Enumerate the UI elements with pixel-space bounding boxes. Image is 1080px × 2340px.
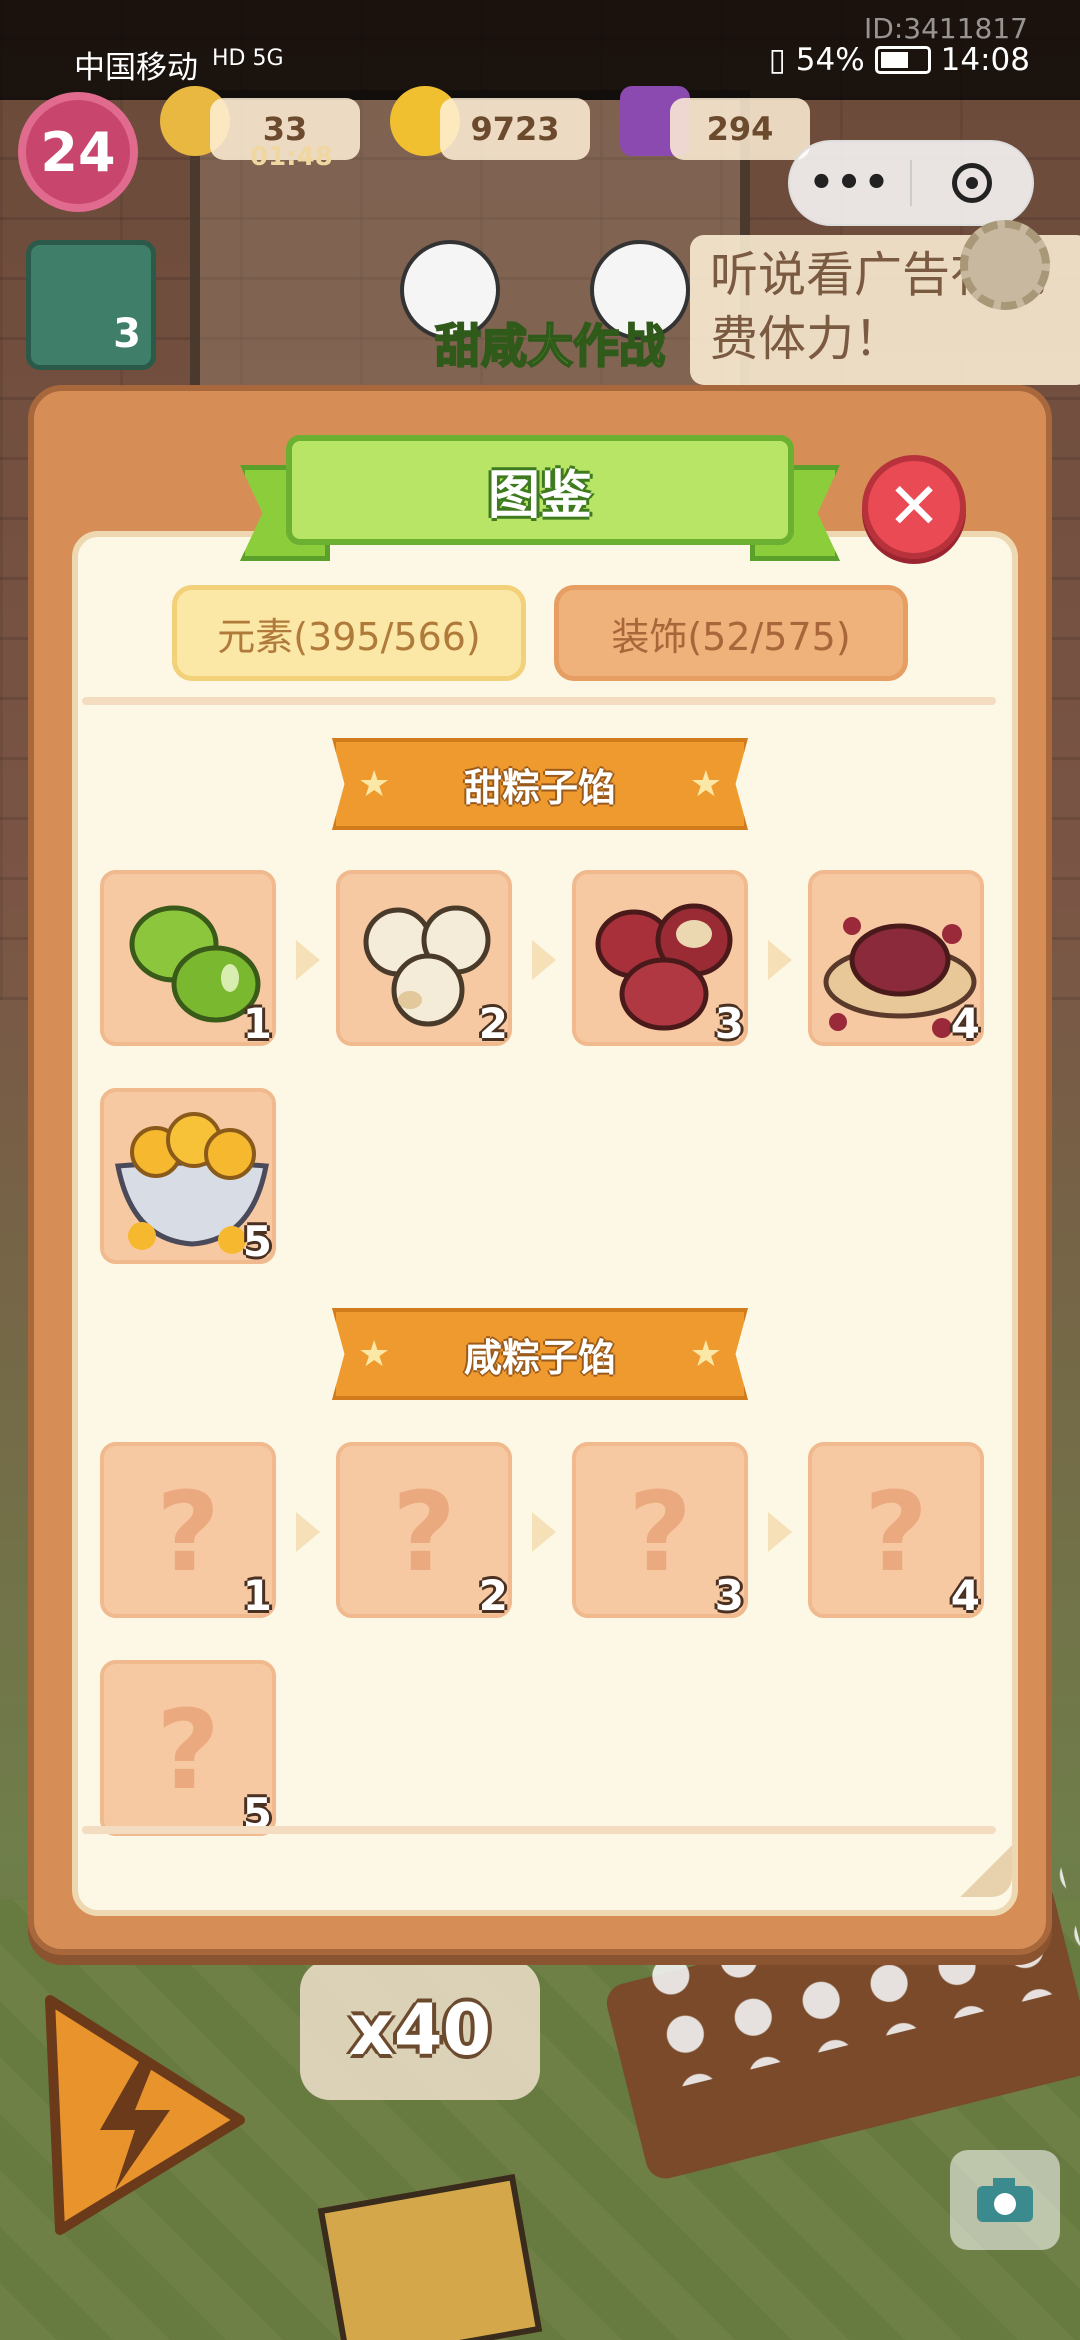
- collection-item-locked[interactable]: ? 4: [808, 1442, 984, 1620]
- section-title: 甜粽子馅: [463, 765, 616, 810]
- section-header-savory: ★ 咸粽子馅 ★: [332, 1308, 748, 1400]
- collection-item[interactable]: 3: [572, 870, 748, 1048]
- tabs-divider: [82, 697, 996, 705]
- item-level: 2: [478, 999, 508, 1048]
- close-icon: ✕: [887, 470, 941, 544]
- collection-item[interactable]: 2: [336, 870, 512, 1048]
- star-icon: ★: [358, 763, 391, 805]
- star-icon: ★: [689, 763, 722, 805]
- collection-item[interactable]: 5: [100, 1088, 276, 1266]
- collection-item[interactable]: 4: [808, 870, 984, 1048]
- item-level: 4: [950, 999, 980, 1048]
- collection-item-locked[interactable]: ? 1: [100, 1442, 276, 1620]
- star-icon: ★: [689, 1333, 722, 1375]
- tab-elements[interactable]: 元素(395/566): [172, 585, 526, 681]
- bottom-divider: [82, 1826, 996, 1834]
- page-curl: [960, 1845, 1012, 1897]
- item-level: 4: [950, 1571, 980, 1620]
- item-level: 5: [242, 1217, 272, 1266]
- item-level: 1: [242, 999, 272, 1048]
- section-title: 咸粽子馅: [463, 1335, 616, 1380]
- close-button[interactable]: ✕: [862, 455, 966, 559]
- collection-item-locked[interactable]: ? 5: [100, 1660, 276, 1838]
- item-level: 3: [714, 1571, 744, 1620]
- item-level: 1: [242, 1571, 272, 1620]
- star-icon: ★: [358, 1333, 391, 1375]
- item-level: 2: [478, 1571, 508, 1620]
- collection-item[interactable]: 1: [100, 870, 276, 1048]
- modal-title: 图鉴: [286, 435, 794, 545]
- collection-item-locked[interactable]: ? 3: [572, 1442, 748, 1620]
- collection-item-locked[interactable]: ? 2: [336, 1442, 512, 1620]
- item-level: 3: [714, 999, 744, 1048]
- section-header-sweet: ★ 甜粽子馅 ★: [332, 738, 748, 830]
- title-ribbon: 图鉴: [240, 435, 840, 565]
- tab-decorations[interactable]: 装饰(52/575): [554, 585, 908, 681]
